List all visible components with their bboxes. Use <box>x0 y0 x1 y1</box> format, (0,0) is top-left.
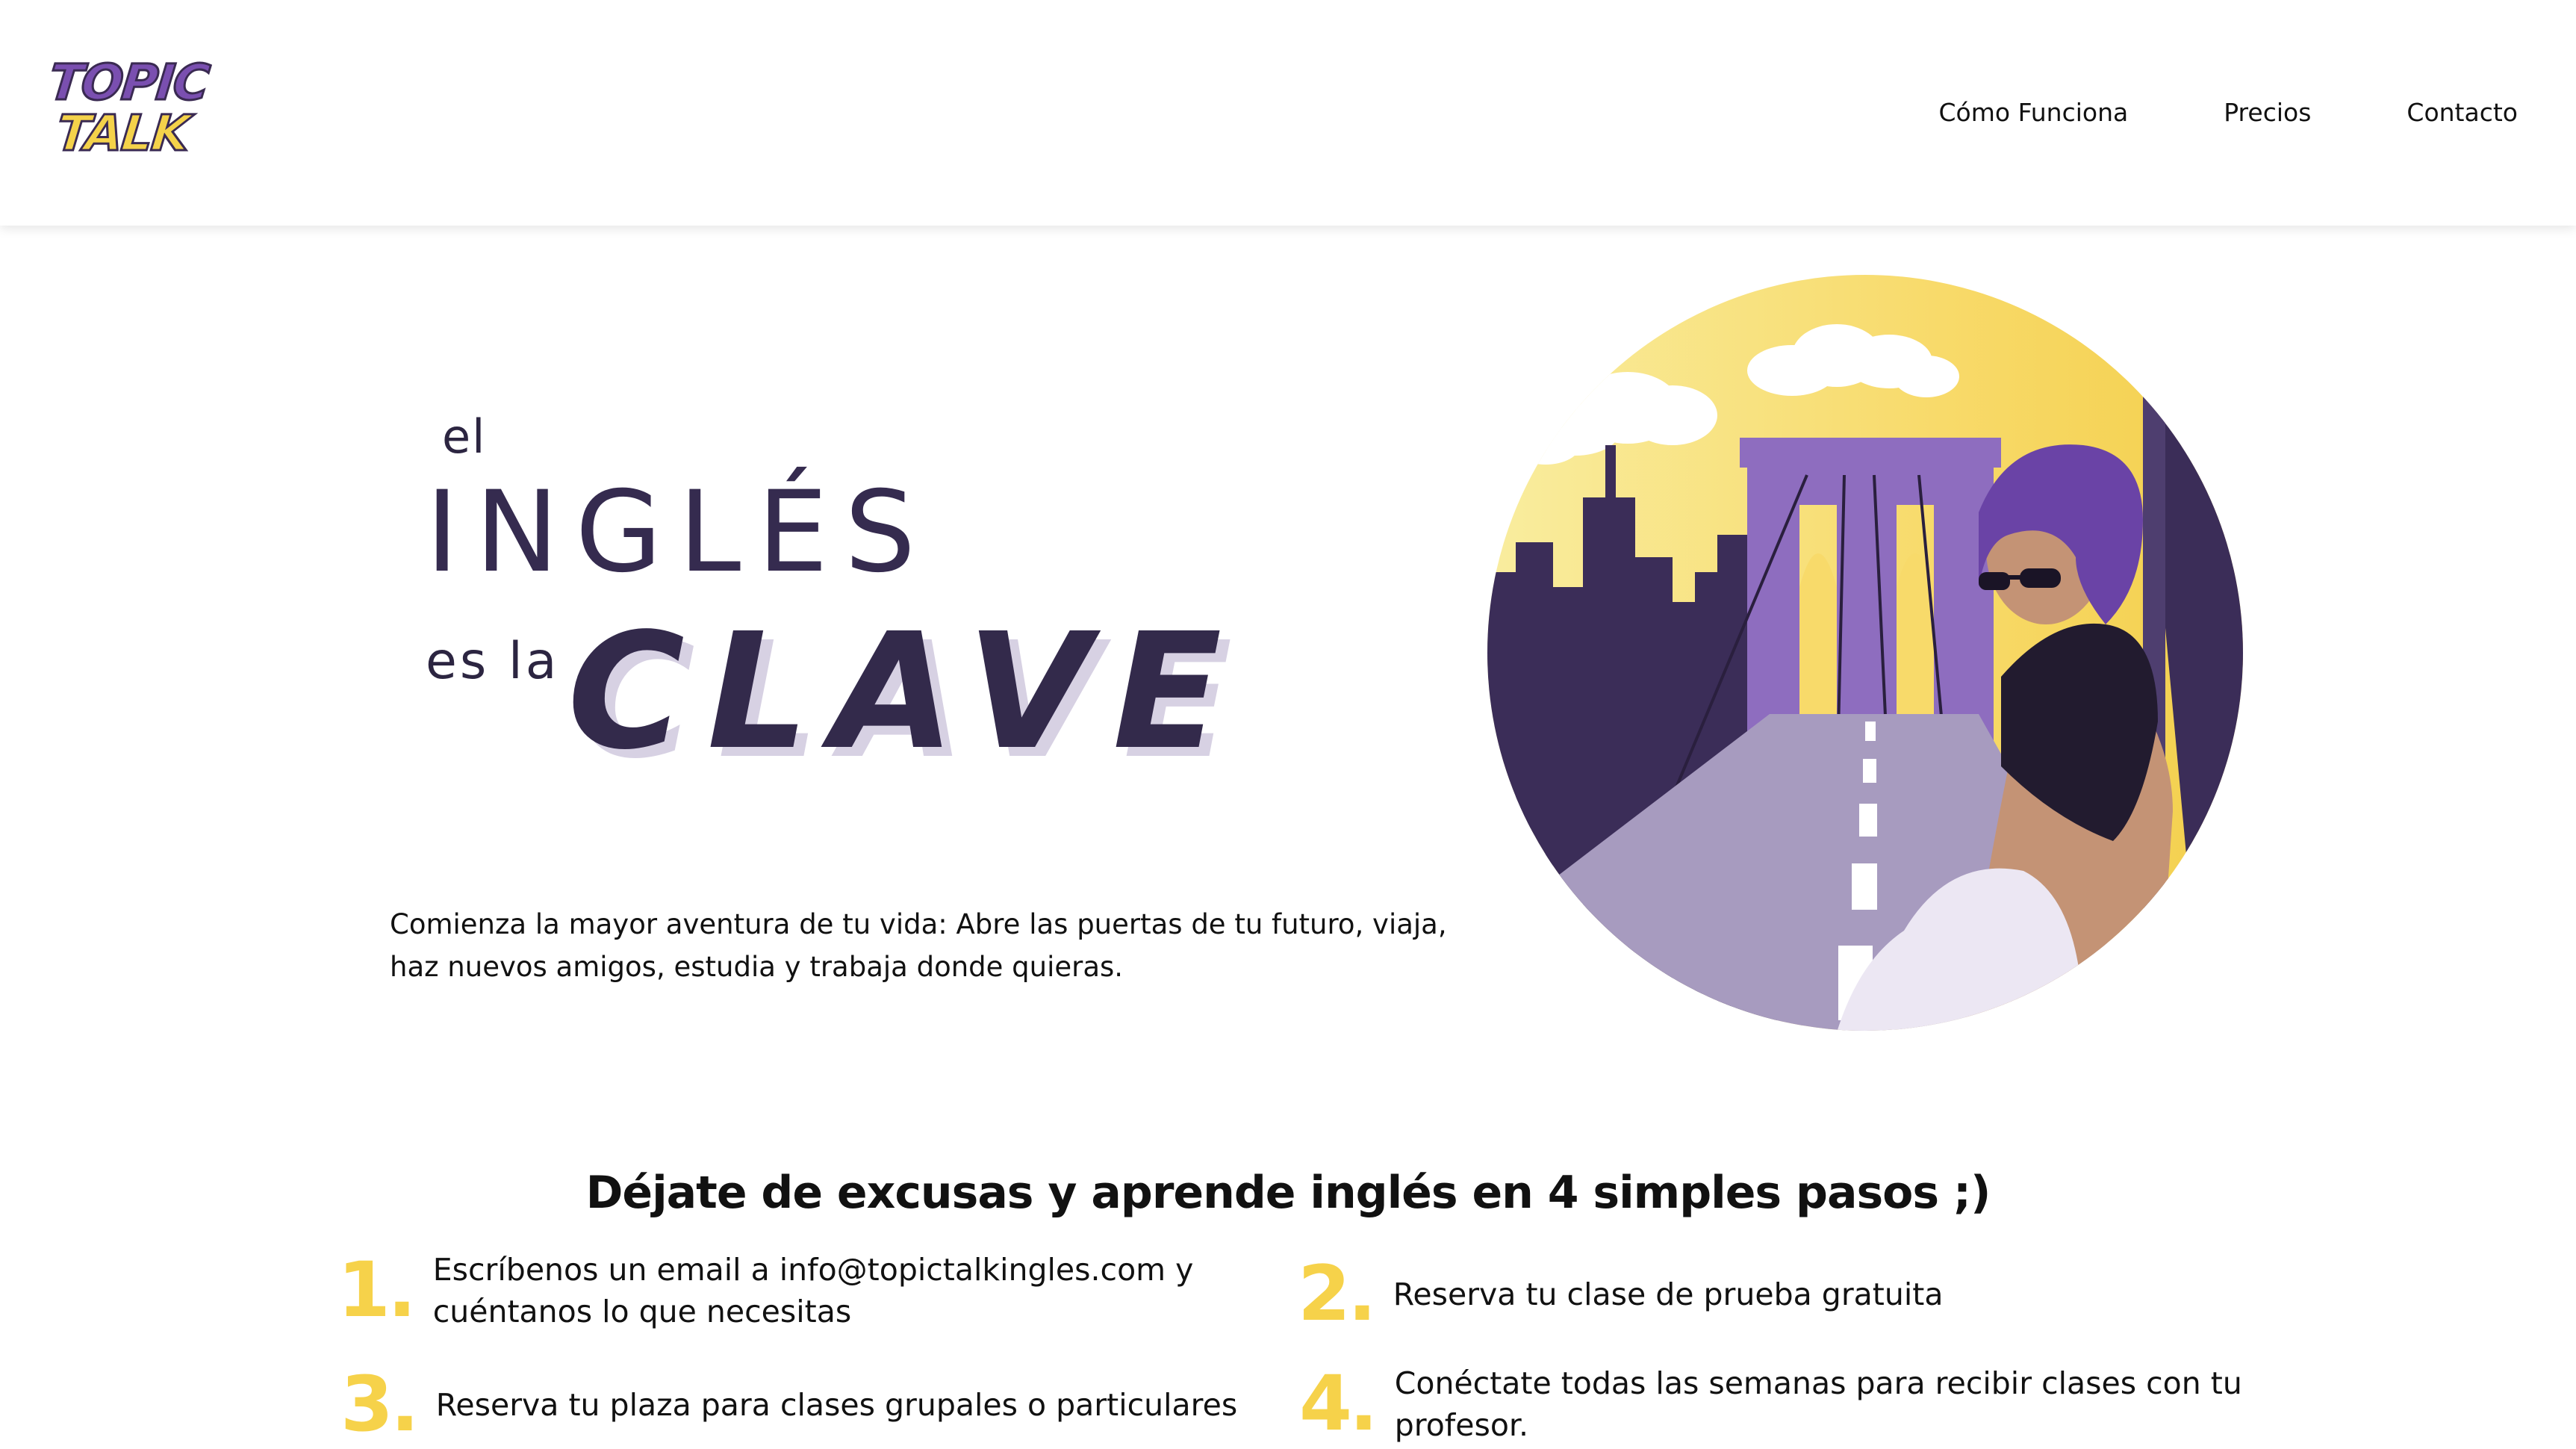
step-item: 3. Reserva tu plaza para clases grupales… <box>340 1367 1311 1443</box>
topic-talk-logo[interactable]: TOPIC TALK <box>46 52 213 172</box>
hero-description: Comienza la mayor aventura de tu vida: A… <box>390 908 1447 983</box>
logo-text-top: TOPIC <box>46 53 213 113</box>
hero-headline-ingles: INGLÉS <box>426 468 933 598</box>
nav-link-precios[interactable]: Precios <box>2224 98 2311 127</box>
nav-link-contacto[interactable]: Contacto <box>2407 98 2518 127</box>
hero-headline-clave: CLAVE <box>567 599 1245 785</box>
step-text: Escríbenos un email a info@topictalkingl… <box>432 1252 1194 1329</box>
step-item: 4. Conéctate todas las semanas para reci… <box>1299 1362 2359 1446</box>
nav-link-como-funciona[interactable]: Cómo Funciona <box>1939 98 2129 127</box>
step-number: 4. <box>1299 1359 1378 1448</box>
step-number: 3. <box>340 1360 420 1449</box>
woman-bridge-illustration <box>1487 275 2243 1031</box>
step-text: Conéctate todas las semanas para recibir… <box>1394 1365 2242 1443</box>
step-item: 2. Reserva tu clase de prueba gratuita <box>1298 1256 2343 1332</box>
hero-headline-es-la: es la <box>426 632 560 691</box>
step-text: Reserva tu clase de prueba gratuita <box>1393 1276 1944 1312</box>
step-item: 1. Escríbenos un email a info@topictalki… <box>337 1249 1219 1332</box>
site-header: TOPIC TALK Cómo Funciona Precios Contact… <box>0 0 2576 226</box>
hero-headline-el: el <box>442 409 487 464</box>
logo-text-bottom: TALK <box>53 104 193 164</box>
steps-title: Déjate de excusas y aprende inglés en 4 … <box>585 1166 1991 1219</box>
step-number: 1. <box>337 1246 417 1335</box>
main-nav: Cómo Funciona Precios Contacto <box>1939 98 2518 127</box>
step-number: 2. <box>1298 1250 1377 1338</box>
step-text: Reserva tu plaza para clases grupales o … <box>435 1387 1238 1423</box>
